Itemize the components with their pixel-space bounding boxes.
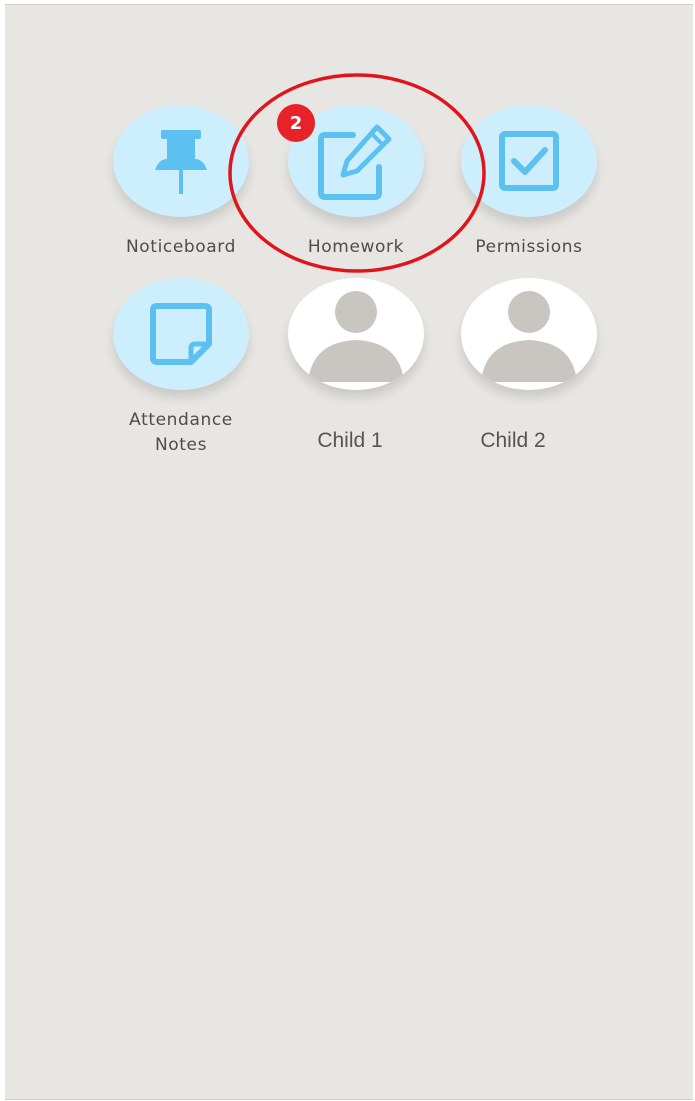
person-icon	[481, 291, 577, 382]
child-2-button[interactable]	[461, 278, 597, 390]
note-icon	[150, 303, 212, 365]
noticeboard-button[interactable]	[113, 105, 249, 217]
child-1-button[interactable]	[288, 278, 424, 390]
person-icon	[308, 291, 404, 382]
attendance-notes-button[interactable]	[113, 278, 249, 390]
homework-label: Homework	[307, 237, 405, 257]
attendance-notes-label: Attendance Notes	[105, 408, 257, 458]
homework-notification-badge: 2	[277, 104, 315, 142]
checkbox-icon	[499, 131, 559, 191]
edit-icon	[318, 124, 392, 200]
child-2-label: Child 2	[480, 429, 546, 452]
noticeboard-label: Noticeboard	[125, 237, 236, 257]
attendance-label-line1: Attendance	[129, 410, 233, 430]
permissions-button[interactable]	[461, 105, 597, 217]
home-screen: Noticeboard 2 Homework Permissions Atten…	[5, 4, 693, 1100]
pushpin-icon	[155, 130, 207, 194]
child-1-label: Child 1	[317, 429, 383, 452]
attendance-label-line2: Notes	[154, 435, 208, 455]
permissions-label: Permissions	[475, 237, 583, 257]
